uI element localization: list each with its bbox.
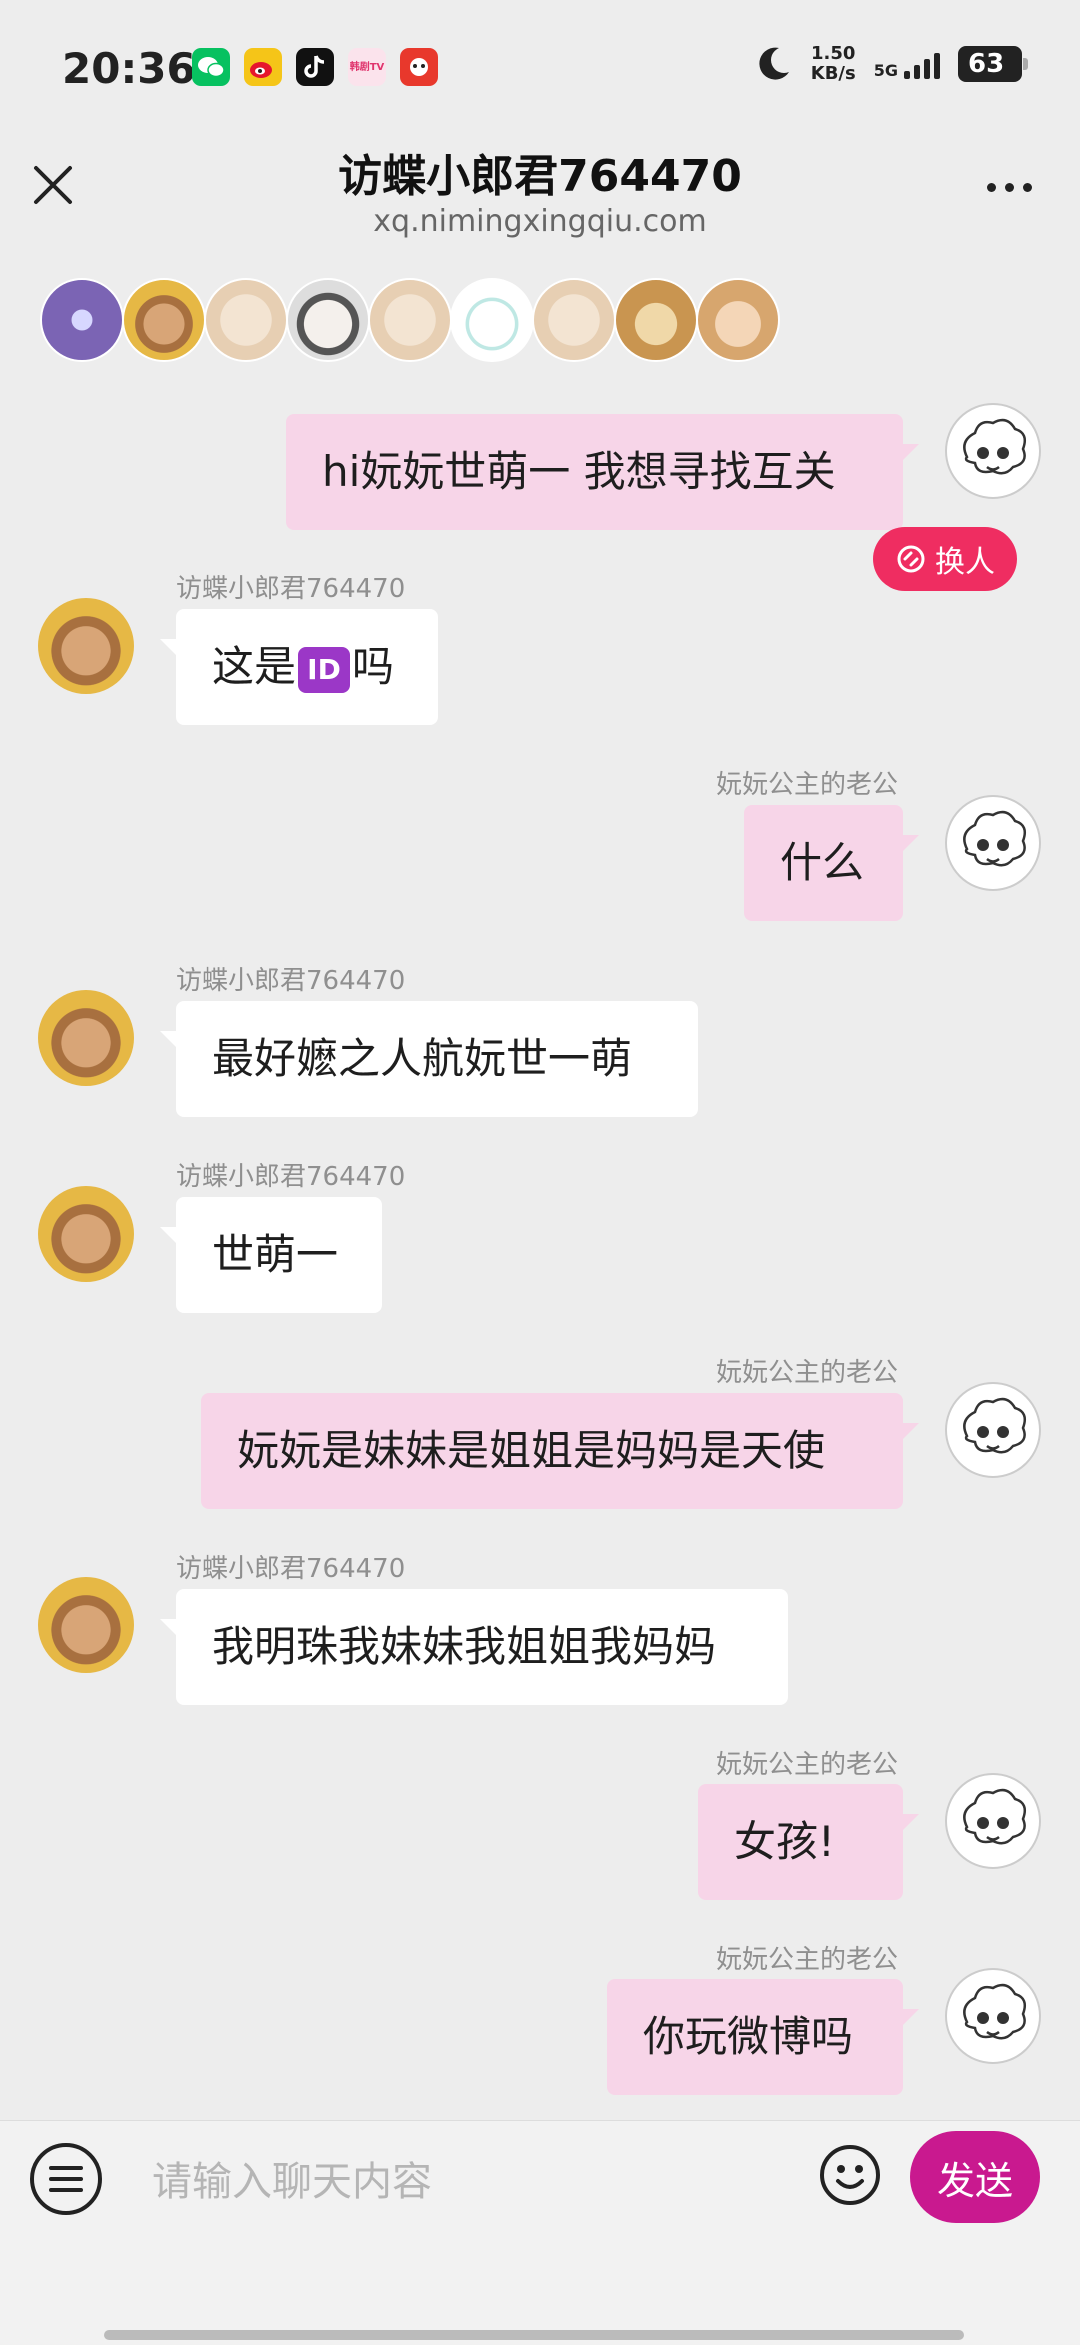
chat-input[interactable] bbox=[150, 2141, 794, 2223]
participant-avatar[interactable] bbox=[614, 278, 698, 362]
moon-icon bbox=[759, 47, 789, 80]
sender-name: 访蝶小郎君764470 bbox=[176, 574, 406, 604]
participant-avatar[interactable] bbox=[286, 278, 370, 362]
participant-avatar[interactable] bbox=[122, 278, 206, 362]
more-options-button[interactable] bbox=[987, 183, 1032, 192]
chat-subtitle: xq.nimingxingqiu.com bbox=[373, 204, 707, 239]
participant-avatar[interactable] bbox=[450, 278, 534, 362]
contact-avatar[interactable] bbox=[38, 598, 134, 694]
message-composer: 发送 bbox=[0, 2120, 1080, 2345]
my-avatar[interactable] bbox=[945, 1968, 1041, 2064]
sender-name: 妧妧公主的老公 bbox=[716, 1945, 899, 1975]
tiktok-icon bbox=[296, 48, 334, 86]
home-indicator[interactable] bbox=[104, 2330, 964, 2340]
contact-avatar[interactable] bbox=[38, 1186, 134, 1282]
message-bubble-outgoing[interactable]: hi妧妧世萌一 我想寻找互关 bbox=[286, 414, 919, 530]
sender-name: 访蝶小郎君764470 bbox=[176, 966, 406, 996]
status-time: 20:36 bbox=[62, 44, 196, 93]
tv-app-icon: 韩剧TV bbox=[348, 48, 386, 86]
message-bubble-outgoing[interactable]: 什么 bbox=[744, 805, 919, 921]
notification-app-icons: 韩剧TV bbox=[192, 48, 438, 86]
contact-avatar[interactable] bbox=[38, 1577, 134, 1673]
chat-title: 访蝶小郎君764470 bbox=[338, 151, 742, 202]
send-button[interactable]: 发送 bbox=[910, 2131, 1040, 2223]
sender-name: 妧妧公主的老公 bbox=[716, 1358, 899, 1388]
participant-avatar[interactable] bbox=[696, 278, 780, 362]
planet-avatar[interactable] bbox=[40, 278, 124, 362]
message-bubble-outgoing[interactable]: 女孩! bbox=[698, 1784, 919, 1900]
menu-icon bbox=[49, 2166, 83, 2170]
message-bubble-incoming[interactable]: 世萌一 bbox=[160, 1197, 382, 1313]
emoji-button[interactable] bbox=[818, 2143, 882, 2207]
participant-avatar[interactable] bbox=[204, 278, 288, 362]
wechat-icon bbox=[192, 48, 230, 86]
participant-avatar[interactable] bbox=[368, 278, 452, 362]
weibo-icon bbox=[244, 48, 282, 86]
message-bubble-outgoing[interactable]: 你玩微博吗 bbox=[607, 1979, 919, 2095]
message-bubble-incoming[interactable]: 最好嬷之人航妧世一萌 bbox=[160, 1001, 698, 1117]
message-bubble-outgoing[interactable]: 妧妧是妹妹是姐姐是妈妈是天使 bbox=[201, 1393, 919, 1509]
status-indicators: 1.50 KB/s 5G 63 bbox=[753, 43, 1028, 84]
smiley-icon bbox=[820, 2145, 880, 2205]
sender-name: 妧妧公主的老公 bbox=[716, 770, 899, 800]
sender-name: 访蝶小郎君764470 bbox=[176, 1162, 406, 1192]
status-bar: 20:36 韩剧TV 1.50 KB/s 5G 63 bbox=[0, 0, 1080, 140]
contact-avatar[interactable] bbox=[38, 990, 134, 1086]
swap-icon bbox=[897, 545, 925, 573]
network-speed: 1.50 KB/s bbox=[810, 43, 856, 84]
menu-button[interactable] bbox=[30, 2143, 102, 2215]
red-app-icon bbox=[400, 48, 438, 86]
my-avatar[interactable] bbox=[945, 795, 1041, 891]
sender-name: 访蝶小郎君764470 bbox=[176, 1554, 406, 1584]
cellular-signal-icon: 5G bbox=[874, 49, 940, 79]
my-avatar[interactable] bbox=[945, 1382, 1041, 1478]
battery-icon: 63 bbox=[958, 46, 1028, 82]
participant-avatar-strip[interactable] bbox=[40, 278, 1080, 366]
message-bubble-incoming[interactable]: 这是 ID 吗 bbox=[160, 609, 438, 725]
my-avatar[interactable] bbox=[945, 1773, 1041, 1869]
participant-avatar[interactable] bbox=[532, 278, 616, 362]
my-avatar[interactable] bbox=[945, 403, 1041, 499]
swap-person-button[interactable]: 换人 bbox=[873, 527, 1017, 591]
message-bubble-incoming[interactable]: 我明珠我妹妹我姐姐我妈妈 bbox=[160, 1589, 788, 1705]
id-emoji-icon: ID bbox=[298, 646, 351, 693]
more-dot-icon bbox=[987, 183, 996, 192]
sender-name: 妧妧公主的老公 bbox=[716, 1750, 899, 1780]
